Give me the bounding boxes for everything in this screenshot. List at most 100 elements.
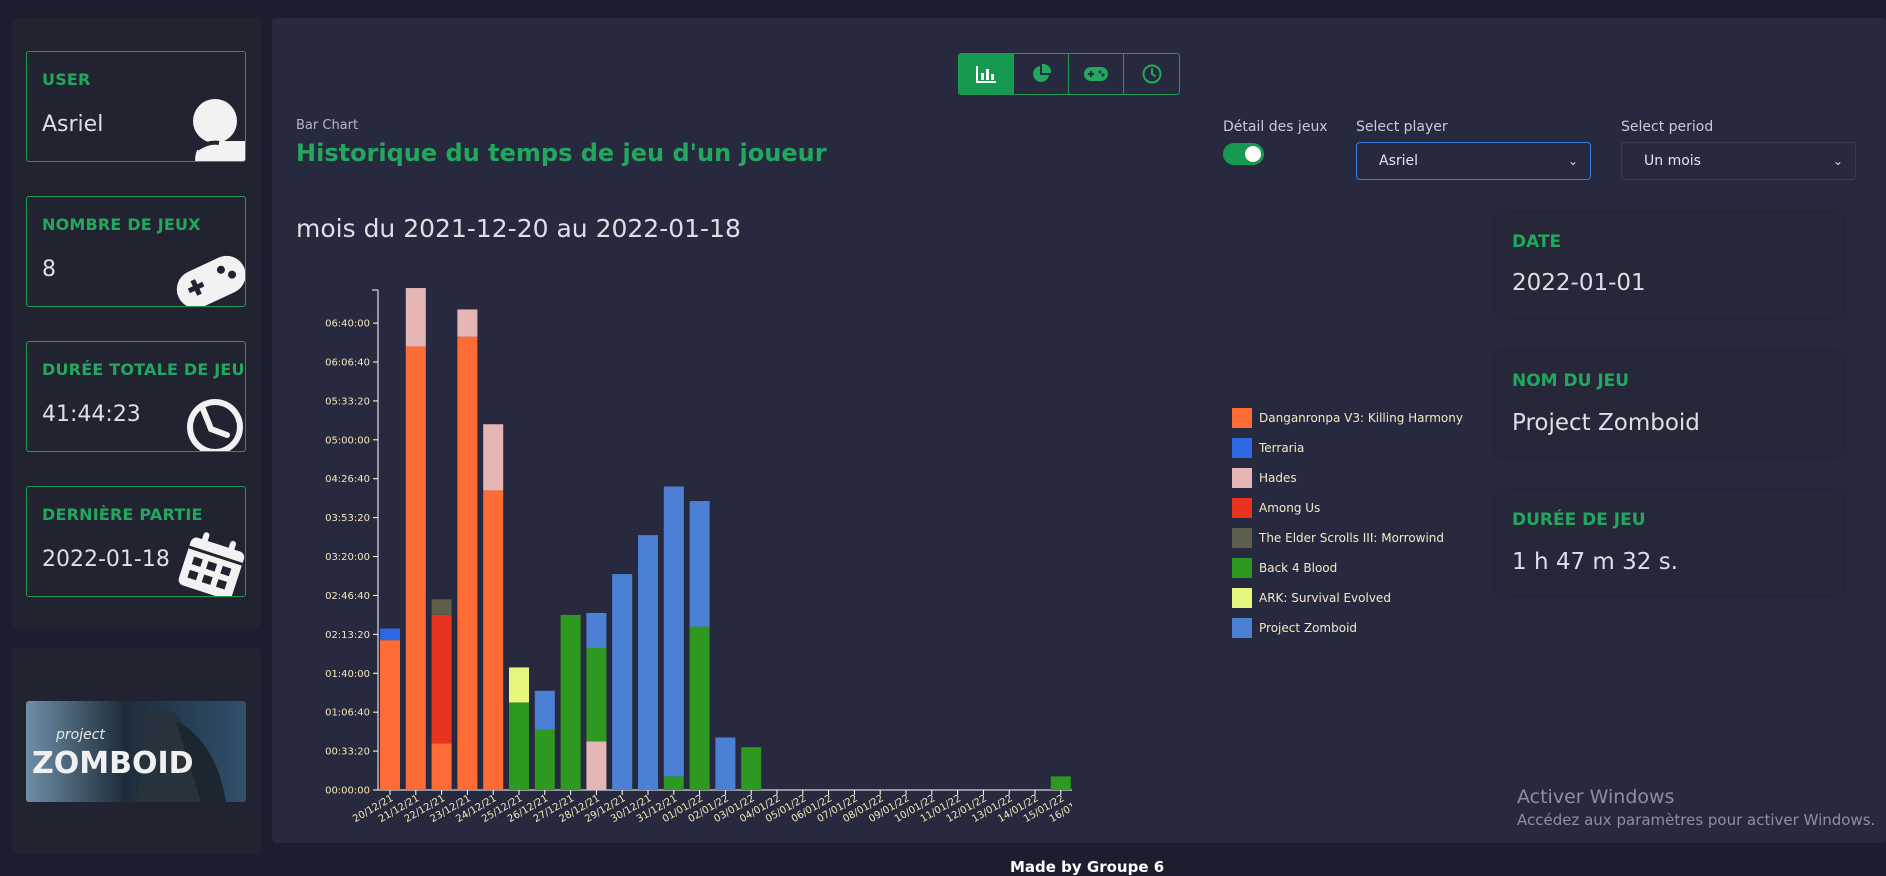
tab-games[interactable] bbox=[1069, 54, 1124, 94]
bar-segment bbox=[509, 667, 529, 703]
player-select[interactable]: Asriel ⌄ bbox=[1356, 142, 1591, 180]
user-card-value: Asriel bbox=[42, 112, 104, 137]
last-game-value: 2022-01-18 bbox=[42, 547, 170, 572]
bar-segment bbox=[689, 501, 710, 627]
bar-segment bbox=[534, 690, 555, 730]
legend-swatch bbox=[1232, 468, 1252, 488]
user-icon bbox=[193, 99, 245, 161]
chart-kind-label: Bar Chart bbox=[296, 118, 359, 133]
game-name-title: NOM DU JEU bbox=[1512, 371, 1630, 391]
period-select-value: Un mois bbox=[1644, 153, 1701, 169]
pie-chart-icon bbox=[1033, 64, 1051, 82]
period-select[interactable]: Un mois ⌄ bbox=[1621, 142, 1856, 180]
game-cover-line2: ZOMBOID bbox=[32, 746, 194, 781]
bar-segment bbox=[457, 336, 478, 790]
date-info-value: 2022-01-01 bbox=[1512, 270, 1646, 296]
sidebar: USER Asriel NOMBRE DE JEUX 8 DURÉE TOTAL… bbox=[12, 18, 261, 629]
bar-segment bbox=[509, 702, 529, 790]
legend-label: The Elder Scrolls III: Morrowind bbox=[1259, 531, 1445, 545]
y-tick-label: 01:40:00 bbox=[325, 669, 370, 680]
legend-item: ARK: Survival Evolved bbox=[1232, 588, 1391, 608]
legend-label: Terraria bbox=[1259, 441, 1305, 455]
bar-segment bbox=[586, 741, 607, 790]
legend-item: The Elder Scrolls III: Morrowind bbox=[1232, 528, 1444, 548]
bar-segment bbox=[380, 640, 400, 790]
legend-swatch bbox=[1232, 528, 1252, 548]
duration-info-title: DURÉE DE JEU bbox=[1512, 510, 1646, 530]
bar-segment bbox=[380, 628, 400, 641]
y-tick-label: 02:46:40 bbox=[325, 591, 370, 602]
toggle-label: Détail des jeux bbox=[1223, 119, 1328, 135]
legend-item: Terraria bbox=[1232, 438, 1304, 458]
tab-history[interactable] bbox=[1124, 54, 1179, 94]
y-tick-label: 05:33:20 bbox=[325, 396, 370, 407]
bar-segment bbox=[663, 486, 684, 777]
legend-label: Hades bbox=[1259, 471, 1297, 485]
player-select-label: Select player bbox=[1356, 119, 1448, 135]
bar-segment bbox=[638, 535, 658, 790]
player-select-value: Asriel bbox=[1379, 153, 1419, 169]
tab-bar-chart[interactable] bbox=[959, 54, 1014, 94]
chevron-down-icon: ⌄ bbox=[1567, 154, 1578, 168]
legend-label: ARK: Survival Evolved bbox=[1259, 591, 1391, 605]
bar-segment bbox=[663, 776, 684, 790]
bar-segment bbox=[689, 626, 710, 790]
y-tick-label: 04:26:40 bbox=[325, 474, 370, 485]
bar-segment bbox=[560, 614, 581, 790]
clock-icon bbox=[187, 399, 243, 451]
bar-chart-icon bbox=[976, 66, 996, 83]
legend-item: Hades bbox=[1232, 468, 1297, 488]
bar-segment bbox=[612, 574, 633, 790]
user-card: USER Asriel bbox=[26, 51, 246, 162]
last-game-title: DERNIÈRE PARTIE bbox=[42, 505, 203, 524]
bar-chart: 00:00:00 00:33:20 01:06:40 01:40:00 02:13:20… bbox=[325, 288, 1072, 825]
bar-segment bbox=[715, 737, 736, 790]
gamepad-icon bbox=[1084, 67, 1108, 81]
date-info-card: DATE 2022-01-01 bbox=[1496, 214, 1843, 316]
game-count-title: NOMBRE DE JEUX bbox=[42, 215, 201, 234]
clock-icon bbox=[1142, 64, 1161, 84]
legend-item: Among Us bbox=[1232, 498, 1320, 518]
games-detail-toggle[interactable] bbox=[1223, 143, 1264, 165]
legend-swatch bbox=[1232, 438, 1252, 458]
total-duration-title: DURÉE TOTALE DE JEU bbox=[42, 360, 245, 379]
game-cover-card: project ZOMBOID bbox=[12, 648, 261, 854]
y-tick-label: 00:00:00 bbox=[325, 786, 370, 797]
page-title: Historique du temps de jeu d'un joueur bbox=[296, 139, 827, 167]
total-duration-card: DURÉE TOTALE DE JEU 41:44:23 bbox=[26, 341, 246, 452]
user-card-title: USER bbox=[42, 70, 91, 89]
tab-pie-chart[interactable] bbox=[1014, 54, 1069, 94]
bar-segment bbox=[457, 309, 478, 337]
total-duration-value: 41:44:23 bbox=[42, 402, 141, 427]
bar-segment bbox=[431, 599, 452, 615]
legend-label: Among Us bbox=[1259, 501, 1321, 515]
game-count-value: 8 bbox=[42, 257, 56, 282]
chevron-down-icon: ⌄ bbox=[1832, 154, 1843, 168]
y-tick-label: 03:20:00 bbox=[325, 552, 370, 563]
y-tick-label: 06:40:00 bbox=[325, 319, 370, 330]
bar-segment bbox=[534, 729, 555, 790]
legend-label: Project Zomboid bbox=[1259, 621, 1358, 635]
legend-swatch bbox=[1232, 498, 1252, 518]
game-count-card: NOMBRE DE JEUX 8 bbox=[26, 196, 246, 307]
bar-segment bbox=[483, 424, 504, 491]
legend-item: Project Zomboid bbox=[1232, 618, 1357, 638]
view-tabs bbox=[958, 53, 1180, 95]
bar-segment bbox=[405, 288, 426, 347]
y-tick-label: 03:53:20 bbox=[325, 513, 370, 524]
last-game-card: DERNIÈRE PARTIE 2022-01-18 bbox=[26, 486, 246, 597]
date-info-title: DATE bbox=[1512, 232, 1562, 252]
bar-segment bbox=[586, 612, 607, 648]
y-tick-label: 05:00:00 bbox=[325, 435, 370, 446]
game-cover-line1: project bbox=[55, 727, 105, 743]
duration-info-value: 1 h 47 m 32 s. bbox=[1512, 549, 1678, 575]
y-tick-label: 02:13:20 bbox=[325, 630, 370, 641]
bar-segment bbox=[431, 743, 452, 790]
windows-watermark-title: Activer Windows bbox=[1517, 786, 1675, 808]
bar-segment bbox=[483, 490, 504, 790]
period-select-label: Select period bbox=[1621, 119, 1714, 135]
bar-segment bbox=[431, 614, 452, 744]
y-tick-label: 01:06:40 bbox=[325, 708, 370, 719]
calendar-icon bbox=[178, 532, 245, 596]
game-cover-image: project ZOMBOID bbox=[26, 701, 246, 802]
